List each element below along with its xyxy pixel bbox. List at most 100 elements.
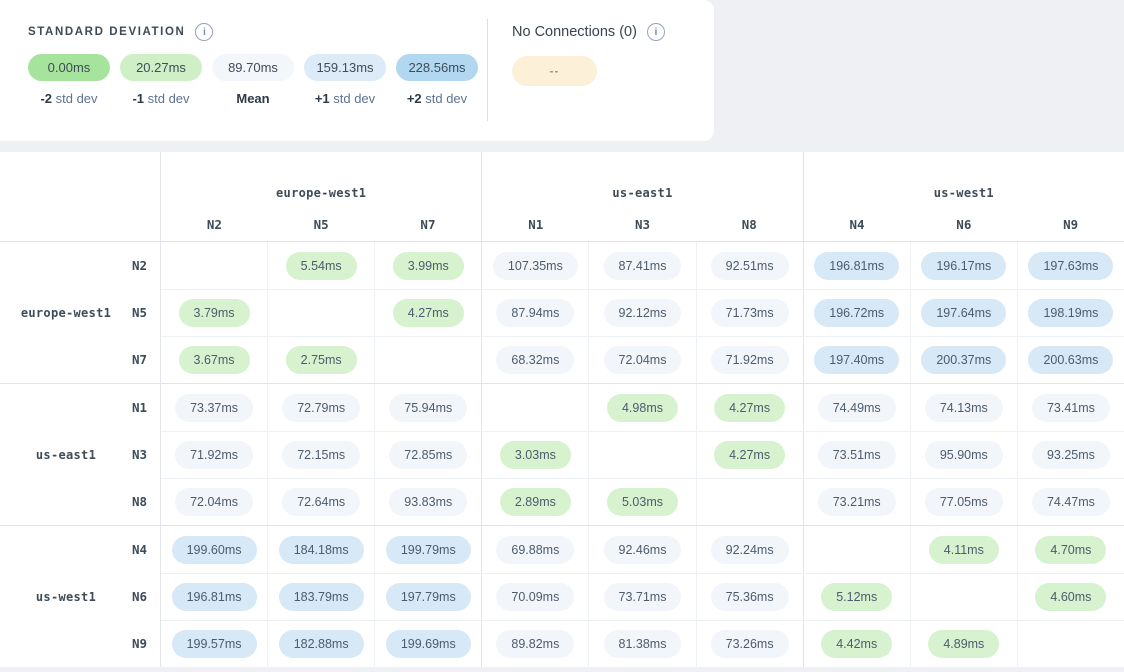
- latency-pill[interactable]: 196.81ms: [814, 252, 899, 280]
- latency-pill[interactable]: 72.64ms: [282, 488, 360, 516]
- latency-cell[interactable]: 199.69ms: [374, 621, 481, 667]
- latency-cell[interactable]: 198.19ms: [1017, 290, 1124, 336]
- latency-cell[interactable]: 184.18ms: [267, 526, 374, 573]
- latency-pill[interactable]: 72.15ms: [282, 441, 360, 469]
- latency-pill[interactable]: 199.79ms: [386, 536, 471, 564]
- latency-cell[interactable]: 95.90ms: [910, 432, 1017, 478]
- latency-cell[interactable]: 4.60ms: [1017, 574, 1124, 620]
- latency-cell[interactable]: 92.46ms: [588, 526, 695, 573]
- latency-pill[interactable]: 68.32ms: [496, 346, 574, 374]
- latency-pill[interactable]: 197.63ms: [1028, 252, 1113, 280]
- latency-cell[interactable]: 4.89ms: [910, 621, 1017, 667]
- latency-pill[interactable]: 87.94ms: [496, 299, 574, 327]
- latency-pill[interactable]: 196.72ms: [814, 299, 899, 327]
- latency-pill[interactable]: 3.99ms: [393, 252, 464, 280]
- latency-pill[interactable]: 4.70ms: [1035, 536, 1106, 564]
- latency-pill[interactable]: 197.40ms: [814, 346, 899, 374]
- latency-pill[interactable]: 77.05ms: [925, 488, 1003, 516]
- latency-pill[interactable]: 95.90ms: [925, 441, 1003, 469]
- latency-pill[interactable]: 70.09ms: [496, 583, 574, 611]
- latency-cell[interactable]: 183.79ms: [267, 574, 374, 620]
- latency-pill[interactable]: 4.60ms: [1035, 583, 1106, 611]
- latency-cell[interactable]: 196.17ms: [910, 242, 1017, 289]
- latency-cell[interactable]: 75.36ms: [696, 574, 803, 620]
- latency-cell[interactable]: 4.98ms: [588, 384, 695, 431]
- latency-pill[interactable]: 200.37ms: [921, 346, 1006, 374]
- latency-cell[interactable]: 72.04ms: [161, 479, 267, 525]
- latency-cell[interactable]: 4.11ms: [910, 526, 1017, 573]
- latency-pill[interactable]: 71.92ms: [175, 441, 253, 469]
- latency-pill[interactable]: 73.71ms: [604, 583, 682, 611]
- latency-pill[interactable]: 3.03ms: [500, 441, 571, 469]
- latency-cell[interactable]: 92.24ms: [696, 526, 803, 573]
- latency-cell[interactable]: 75.94ms: [374, 384, 481, 431]
- latency-cell[interactable]: 73.37ms: [161, 384, 267, 431]
- latency-cell[interactable]: 93.83ms: [374, 479, 481, 525]
- latency-pill[interactable]: 196.17ms: [921, 252, 1006, 280]
- latency-pill[interactable]: 93.25ms: [1032, 441, 1110, 469]
- latency-cell[interactable]: 74.49ms: [803, 384, 910, 431]
- latency-pill[interactable]: 2.89ms: [500, 488, 571, 516]
- latency-cell[interactable]: 72.15ms: [267, 432, 374, 478]
- latency-pill[interactable]: 197.64ms: [921, 299, 1006, 327]
- latency-pill[interactable]: 199.57ms: [172, 630, 257, 658]
- latency-pill[interactable]: 107.35ms: [493, 252, 578, 280]
- latency-cell[interactable]: 4.27ms: [696, 384, 803, 431]
- latency-cell[interactable]: 107.35ms: [481, 242, 588, 289]
- latency-cell[interactable]: 199.60ms: [161, 526, 267, 573]
- latency-pill[interactable]: 3.67ms: [179, 346, 250, 374]
- latency-pill[interactable]: 87.41ms: [604, 252, 682, 280]
- latency-cell[interactable]: 74.47ms: [1017, 479, 1124, 525]
- latency-cell[interactable]: 2.75ms: [267, 337, 374, 383]
- latency-cell[interactable]: 196.72ms: [803, 290, 910, 336]
- latency-pill[interactable]: 182.88ms: [279, 630, 364, 658]
- latency-cell[interactable]: 74.13ms: [910, 384, 1017, 431]
- latency-cell[interactable]: 77.05ms: [910, 479, 1017, 525]
- latency-cell[interactable]: 72.79ms: [267, 384, 374, 431]
- latency-pill[interactable]: 5.03ms: [607, 488, 678, 516]
- latency-cell[interactable]: 89.82ms: [481, 621, 588, 667]
- latency-pill[interactable]: 69.88ms: [496, 536, 574, 564]
- latency-cell[interactable]: 73.41ms: [1017, 384, 1124, 431]
- latency-pill[interactable]: 71.73ms: [711, 299, 789, 327]
- latency-pill[interactable]: 75.36ms: [711, 583, 789, 611]
- latency-pill[interactable]: 74.13ms: [925, 394, 1003, 422]
- latency-cell[interactable]: 3.79ms: [161, 290, 267, 336]
- latency-pill[interactable]: 73.26ms: [711, 630, 789, 658]
- latency-cell[interactable]: 81.38ms: [588, 621, 695, 667]
- latency-pill[interactable]: 73.37ms: [175, 394, 253, 422]
- latency-cell[interactable]: 71.92ms: [696, 337, 803, 383]
- latency-cell[interactable]: 92.12ms: [588, 290, 695, 336]
- latency-pill[interactable]: 4.11ms: [929, 536, 999, 564]
- latency-cell[interactable]: 200.37ms: [910, 337, 1017, 383]
- latency-cell[interactable]: 72.04ms: [588, 337, 695, 383]
- latency-pill[interactable]: 81.38ms: [604, 630, 682, 658]
- latency-pill[interactable]: 4.42ms: [821, 630, 892, 658]
- latency-cell[interactable]: 87.41ms: [588, 242, 695, 289]
- latency-pill[interactable]: 197.79ms: [386, 583, 471, 611]
- latency-cell[interactable]: 71.92ms: [161, 432, 267, 478]
- latency-cell[interactable]: 199.79ms: [374, 526, 481, 573]
- latency-pill[interactable]: 72.85ms: [389, 441, 467, 469]
- latency-pill[interactable]: 4.27ms: [714, 441, 785, 469]
- latency-pill[interactable]: 89.82ms: [496, 630, 574, 658]
- info-icon[interactable]: i: [195, 23, 213, 41]
- latency-pill[interactable]: 4.89ms: [928, 630, 999, 658]
- latency-pill[interactable]: 72.79ms: [282, 394, 360, 422]
- latency-pill[interactable]: 74.49ms: [818, 394, 896, 422]
- latency-cell[interactable]: 182.88ms: [267, 621, 374, 667]
- latency-cell[interactable]: 73.71ms: [588, 574, 695, 620]
- latency-pill[interactable]: 72.04ms: [175, 488, 253, 516]
- latency-pill[interactable]: 92.51ms: [711, 252, 789, 280]
- latency-pill[interactable]: 196.81ms: [172, 583, 257, 611]
- latency-cell[interactable]: 197.64ms: [910, 290, 1017, 336]
- latency-pill[interactable]: 92.46ms: [604, 536, 682, 564]
- latency-pill[interactable]: 4.27ms: [714, 394, 785, 422]
- latency-pill[interactable]: 2.75ms: [286, 346, 357, 374]
- latency-pill[interactable]: 183.79ms: [279, 583, 364, 611]
- latency-pill[interactable]: 71.92ms: [711, 346, 789, 374]
- latency-cell[interactable]: 73.21ms: [803, 479, 910, 525]
- latency-cell[interactable]: 199.57ms: [161, 621, 267, 667]
- latency-pill[interactable]: 184.18ms: [279, 536, 364, 564]
- latency-cell[interactable]: 71.73ms: [696, 290, 803, 336]
